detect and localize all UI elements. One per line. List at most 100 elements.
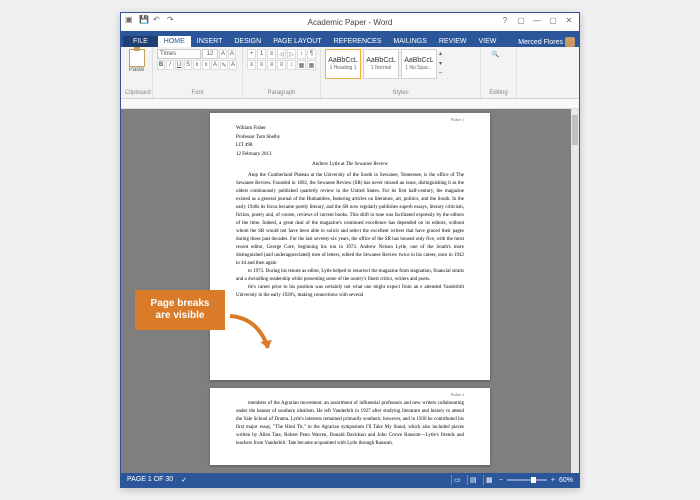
multilevel-button[interactable]: ≡ (267, 49, 276, 59)
maximize-icon[interactable]: ▢ (545, 13, 561, 27)
font-label: Font (157, 90, 238, 96)
horizontal-ruler[interactable] (121, 99, 579, 109)
tab-view[interactable]: VIEW (472, 36, 502, 47)
view-web-icon[interactable]: ▦ (483, 475, 495, 485)
tab-review[interactable]: REVIEW (433, 36, 473, 47)
bullets-button[interactable]: • (247, 49, 256, 59)
view-read-icon[interactable]: ▭ (451, 475, 463, 485)
view-print-icon[interactable]: ▤ (467, 475, 479, 485)
subscript-button[interactable]: x (193, 60, 201, 70)
paste-icon (129, 49, 145, 67)
align-center-button[interactable]: ≡ (257, 60, 266, 70)
tab-design[interactable]: DESIGN (228, 36, 267, 47)
annotation-arrow (228, 312, 288, 367)
word-icon: ▣ (125, 15, 135, 25)
bold-button[interactable]: B (157, 60, 165, 70)
doc-body-para1b: to 1973. During his tenure as editor, Ly… (236, 268, 464, 284)
align-left-button[interactable]: ≡ (247, 60, 256, 70)
zoom-in-button[interactable]: + (551, 477, 555, 484)
callout-line2: are visible (141, 310, 219, 322)
pilcrow-button[interactable]: ¶ (307, 49, 316, 59)
scrollbar-thumb[interactable] (572, 115, 578, 145)
tab-mailings[interactable]: MAILINGS (387, 36, 432, 47)
zoom-slider[interactable] (507, 479, 547, 481)
user-account[interactable]: Merced Flores (518, 37, 575, 47)
avatar (565, 37, 575, 47)
paragraph-label: Paragraph (247, 90, 316, 96)
styles-down-icon[interactable]: ▾ (439, 60, 449, 68)
font-size-input[interactable]: 12 (202, 49, 218, 59)
annotation-callout: Page breaks are visible (135, 290, 225, 330)
group-clipboard: Paste Clipboard (121, 47, 153, 98)
style-heading1[interactable]: AaBbCcL 1 Heading 1 (325, 49, 361, 79)
grow-font-icon[interactable]: A (219, 49, 227, 59)
group-styles: AaBbCcL 1 Heading 1 AaBbCcL 1 Normal AaB… (321, 47, 481, 98)
zoom-out-button[interactable]: − (499, 477, 503, 484)
tab-file[interactable]: FILE (123, 36, 158, 47)
effects-button[interactable]: A (211, 60, 219, 70)
indent-button[interactable]: ▷ (287, 49, 296, 59)
doc-date: 12 February 2013 (236, 151, 464, 159)
word-window: ▣ 💾 ↶ ↷ Academic Paper - Word ? ▢ — ▢ ✕ … (120, 12, 580, 488)
page-folio: Fisher 1 (451, 117, 464, 123)
superscript-button[interactable]: x (202, 60, 210, 70)
find-icon[interactable]: 🔍 (492, 51, 506, 65)
editing-label: Editing (485, 90, 512, 96)
justify-button[interactable]: ≡ (277, 60, 286, 70)
ribbon-tabs: FILE HOME INSERT DESIGN PAGE LAYOUT REFE… (121, 31, 579, 47)
quick-access-toolbar: ▣ 💾 ↶ ↷ (125, 15, 177, 25)
paste-button[interactable]: Paste (125, 49, 148, 73)
dedent-button[interactable]: ◁ (277, 49, 286, 59)
minimize-icon[interactable]: — (529, 13, 545, 27)
save-icon[interactable]: 💾 (139, 15, 149, 25)
ribbon: Paste Clipboard Times 12 A A B I U S x x (121, 47, 579, 99)
title-bar: ▣ 💾 ↶ ↷ Academic Paper - Word ? ▢ — ▢ ✕ (121, 13, 579, 31)
group-paragraph: • 1 ≡ ◁ ▷ ↕ ¶ ≡ ≡ ≡ ≡ ↕ ▦ ▦ Pa (243, 47, 321, 98)
style-normal[interactable]: AaBbCcL 1 Normal (363, 49, 399, 79)
underline-button[interactable]: U (175, 60, 183, 70)
status-bar: PAGE 1 OF 30 ✓ ▭ ▤ ▦ − + 60% (121, 473, 579, 487)
styles-up-icon[interactable]: ▴ (439, 50, 449, 58)
borders-button[interactable]: ▦ (307, 60, 316, 70)
spacing-button[interactable]: ↕ (287, 60, 296, 70)
undo-icon[interactable]: ↶ (153, 15, 163, 25)
shrink-font-icon[interactable]: A (228, 49, 236, 59)
shading-button[interactable]: ▦ (297, 60, 306, 70)
redo-icon[interactable]: ↷ (167, 15, 177, 25)
font-name-input[interactable]: Times (157, 49, 201, 59)
paste-label: Paste (129, 67, 144, 73)
tab-references[interactable]: REFERENCES (328, 36, 388, 47)
italic-button[interactable]: I (166, 60, 174, 70)
help-icon[interactable]: ? (497, 13, 513, 27)
vertical-scrollbar[interactable] (571, 109, 579, 473)
font-color-button[interactable]: A (229, 60, 237, 70)
group-editing: 🔍 Editing (481, 47, 517, 98)
styles-more-icon[interactable]: ⎯ (439, 70, 449, 78)
user-name: Merced Flores (518, 39, 563, 46)
sort-button[interactable]: ↕ (297, 49, 306, 59)
window-title: Academic Paper - Word (308, 18, 393, 27)
doc-body-para1: Atop the Cumberland Plateau at the Unive… (236, 172, 464, 268)
styles-label: Styles (325, 90, 476, 96)
group-font: Times 12 A A B I U S x x A ✎ A Font (153, 47, 243, 98)
proofing-icon[interactable]: ✓ (181, 476, 187, 484)
doc-course: LIT 498 (236, 142, 464, 150)
align-right-button[interactable]: ≡ (267, 60, 276, 70)
tab-page-layout[interactable]: PAGE LAYOUT (267, 36, 327, 47)
clipboard-label: Clipboard (125, 90, 148, 96)
doc-author: William Fisher (236, 125, 464, 133)
numbering-button[interactable]: 1 (257, 49, 266, 59)
tab-home[interactable]: HOME (158, 36, 191, 47)
tab-insert[interactable]: INSERT (191, 36, 229, 47)
strike-button[interactable]: S (184, 60, 192, 70)
window-controls: ? ▢ — ▢ ✕ (497, 13, 577, 27)
zoom-level[interactable]: 60% (559, 477, 573, 484)
highlight-button[interactable]: ✎ (220, 60, 228, 70)
style-nospacing[interactable]: AaBbCcL 1 No Spac... (401, 49, 437, 79)
page-folio: Fisher 2 (451, 392, 464, 398)
ribbon-opts-icon[interactable]: ▢ (513, 13, 529, 27)
callout-line1: Page breaks (141, 298, 219, 310)
doc-body-para2: members of the Agrarian movement, an ass… (236, 400, 464, 448)
page-indicator[interactable]: PAGE 1 OF 30 (127, 476, 173, 484)
close-icon[interactable]: ✕ (561, 13, 577, 27)
